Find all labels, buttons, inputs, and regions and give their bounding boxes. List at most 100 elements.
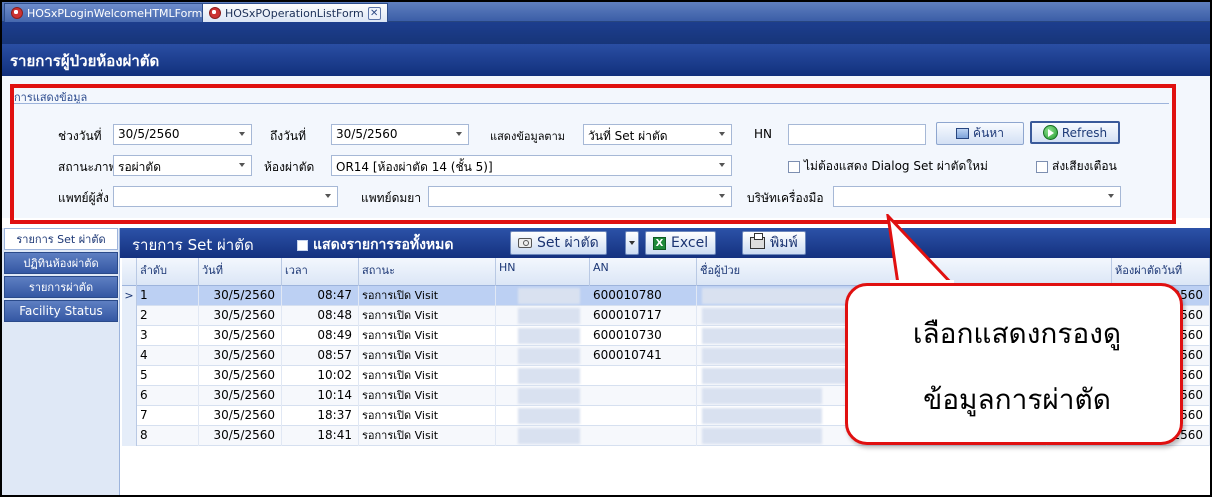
nav-set-surgery-list[interactable]: รายการ Set ผ่าตัด: [4, 228, 118, 250]
redacted-hn: [518, 308, 580, 324]
print-button[interactable]: พิมพ์: [742, 231, 806, 255]
nav-operating-room-calendar[interactable]: ปฏิทินห้องผ่าตัด: [4, 252, 118, 274]
column-header-date[interactable]: วันที่: [199, 258, 282, 286]
row-indicator: [122, 306, 137, 326]
cell-an: [590, 406, 697, 426]
cell-date: 30/5/2560: [199, 306, 282, 326]
cell-time: 18:37: [282, 406, 359, 426]
cell-time: 08:57: [282, 346, 359, 366]
show-all-checkbox[interactable]: แสดงรายการรอทั้งหมด: [297, 234, 453, 256]
tab-label: HOSxPLoginWelcomeHTMLForm: [27, 6, 203, 20]
redacted-patient-name: [702, 288, 852, 304]
cell-time: 08:48: [282, 306, 359, 326]
cell-date: 30/5/2560: [199, 326, 282, 346]
grid-header: ลำดับ วันที่ เวลา สถานะ HN AN ชื่อผู้ป่ว…: [122, 258, 1210, 286]
grid-title: รายการ Set ผ่าตัด: [132, 236, 254, 254]
redacted-patient-name: [702, 348, 852, 364]
cell-status: รอการเปิด Visit: [359, 346, 496, 366]
redacted-patient-name: [702, 388, 822, 404]
cell-no: 7: [137, 406, 199, 426]
checkbox-box: [297, 239, 308, 251]
set-surgery-label: Set ผ่าตัด: [537, 235, 599, 251]
cell-no: 8: [137, 426, 199, 446]
cell-date: 30/5/2560: [199, 286, 282, 306]
cell-time: 10:14: [282, 386, 359, 406]
column-header-status[interactable]: สถานะ: [359, 258, 496, 286]
cell-no: 4: [137, 346, 199, 366]
cell-status: รอการเปิด Visit: [359, 306, 496, 326]
camera-icon: [518, 238, 532, 248]
callout-tail: [886, 214, 956, 289]
tab-login-welcome[interactable]: HOSxPLoginWelcomeHTMLForm: [4, 3, 210, 22]
tab-operation-list[interactable]: HOSxPOperationListForm ✕: [202, 3, 388, 22]
column-header-or-date[interactable]: ห้องผ่าตัดวันที่: [1112, 258, 1210, 286]
header-strip: [2, 22, 1210, 44]
excel-label: Excel: [671, 235, 709, 251]
redacted-patient-name: [702, 368, 852, 384]
cell-no: 6: [137, 386, 199, 406]
form-title-bar: รายการผู้ป่วยห้องผ่าตัด: [2, 44, 1210, 76]
redacted-hn: [518, 428, 580, 444]
row-indicator: [122, 326, 137, 346]
cell-an: [590, 426, 697, 446]
set-surgery-dropdown-button[interactable]: [625, 231, 639, 255]
cell-time: 10:02: [282, 366, 359, 386]
cell-date: 30/5/2560: [199, 346, 282, 366]
column-header-time[interactable]: เวลา: [282, 258, 359, 286]
cell-time: 18:41: [282, 426, 359, 446]
chevron-down-icon: [629, 241, 635, 245]
redacted-hn: [518, 368, 580, 384]
nav-facility-status[interactable]: Facility Status: [4, 300, 118, 322]
close-icon[interactable]: ✕: [367, 6, 381, 20]
globe-icon: [11, 7, 23, 19]
row-indicator: [122, 386, 137, 406]
globe-icon: [209, 7, 221, 19]
redacted-hn: [518, 348, 580, 364]
show-all-label: แสดงรายการรอทั้งหมด: [313, 237, 454, 253]
cell-date: 30/5/2560: [199, 366, 282, 386]
nav-surgery-list[interactable]: รายการผ่าตัด: [4, 276, 118, 298]
redacted-patient-name: [702, 308, 852, 324]
left-navigation: รายการ Set ผ่าตัด ปฏิทินห้องผ่าตัด รายกา…: [2, 228, 120, 495]
cell-date: 30/5/2560: [199, 426, 282, 446]
redacted-patient-name: [702, 328, 852, 344]
redacted-patient-name: [702, 428, 822, 444]
callout-line-1: เลือกแสดงกรองดู: [912, 317, 1122, 350]
cell-status: รอการเปิด Visit: [359, 366, 496, 386]
cell-time: 08:49: [282, 326, 359, 346]
cell-no: 5: [137, 366, 199, 386]
cell-an: 600010730: [590, 326, 697, 346]
redacted-patient-name: [702, 408, 822, 424]
cell-status: รอการเปิด Visit: [359, 326, 496, 346]
filter-highlight-box: [10, 84, 1176, 224]
column-header-hn[interactable]: HN: [496, 258, 590, 286]
cell-no: 2: [137, 306, 199, 326]
printer-icon: [750, 233, 765, 249]
cell-an: [590, 366, 697, 386]
row-indicator: [122, 346, 137, 366]
grid-toolbar: รายการ Set ผ่าตัด แสดงรายการรอทั้งหมด Se…: [120, 228, 1210, 258]
cell-no: 1: [137, 286, 199, 306]
redacted-hn: [518, 388, 580, 404]
excel-button[interactable]: X Excel: [645, 231, 717, 255]
cell-time: 08:47: [282, 286, 359, 306]
cell-an: [590, 386, 697, 406]
redacted-hn: [518, 408, 580, 424]
callout-bubble: เลือกแสดงกรองดู ข้อมูลการผ่าตัด: [845, 283, 1183, 445]
tab-label: HOSxPOperationListForm: [225, 6, 364, 20]
column-header-no[interactable]: ลำดับ: [137, 258, 199, 286]
redacted-hn: [518, 328, 580, 344]
row-indicator: [122, 366, 137, 386]
print-label: พิมพ์: [770, 235, 798, 251]
cell-status: รอการเปิด Visit: [359, 286, 496, 306]
cell-status: รอการเปิด Visit: [359, 426, 496, 446]
column-header-an[interactable]: AN: [590, 258, 697, 286]
callout-line-2: ข้อมูลการผ่าตัด: [923, 383, 1111, 416]
cell-an: 600010717: [590, 306, 697, 326]
row-indicator: [122, 406, 137, 426]
cell-date: 30/5/2560: [199, 406, 282, 426]
cell-no: 3: [137, 326, 199, 346]
set-surgery-button[interactable]: Set ผ่าตัด: [510, 231, 607, 255]
cell-an: 600010780: [590, 286, 697, 306]
cell-date: 30/5/2560: [199, 386, 282, 406]
